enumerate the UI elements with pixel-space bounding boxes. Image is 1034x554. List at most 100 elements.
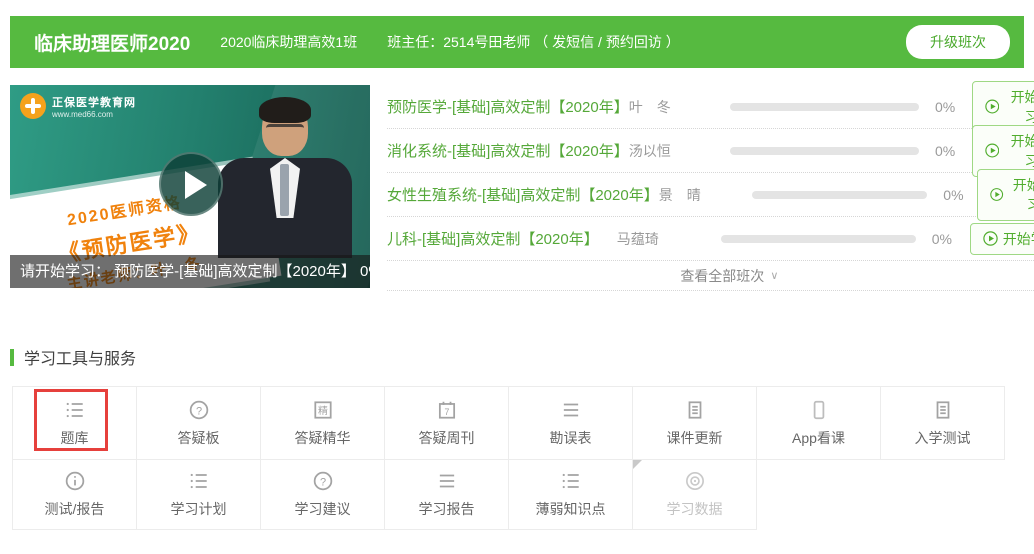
tool-app-study[interactable]: App看课 [757, 387, 881, 460]
tool-question-bank[interactable]: 题库 [13, 387, 137, 460]
progress-percent: 0% [943, 187, 977, 203]
tool-weak-points[interactable]: 薄弱知识点 [509, 460, 633, 530]
class-name: 2020临床助理高效1班 [220, 32, 357, 52]
phone-icon [808, 399, 830, 421]
tool-entrance-test[interactable]: 入学测试 [881, 387, 1005, 460]
progress-bar [721, 235, 916, 243]
upgrade-class-button[interactable]: 升级班次 [906, 25, 1010, 59]
tool-label: 薄弱知识点 [536, 499, 606, 519]
list-icon [64, 399, 86, 421]
paren-open: （ [534, 34, 548, 50]
logo-name: 正保医学教育网 [52, 94, 136, 110]
start-learning-button[interactable]: 开始学习 [970, 223, 1034, 255]
progress-bar [730, 103, 919, 111]
corner-fold-marker [633, 460, 642, 469]
med66-logo-icon [20, 93, 46, 119]
progress-percent: 0% [935, 143, 972, 159]
play-circle-icon [985, 99, 1000, 114]
course-row: 消化系统-[基础]高效定制【2020年】 汤以恒 0% 开始学习 [387, 129, 1034, 173]
video-status-bar: 请开始学习： 预防医学-[基础]高效定制【2020年】 0% [10, 255, 370, 288]
question-circle-icon: ? [188, 399, 210, 421]
tool-label: 学习报告 [419, 499, 475, 519]
lecturer-photo [206, 98, 366, 258]
teacher-name: 汤以恒 [629, 141, 730, 161]
tool-label: 答疑板 [178, 428, 220, 448]
tools-section-header: 学习工具与服务 [10, 345, 1024, 369]
document-icon [684, 399, 706, 421]
tool-courseware-updates[interactable]: 课件更新 [633, 387, 757, 460]
course-title-link[interactable]: 预防医学-[基础]高效定制【2020年】 [387, 96, 629, 117]
svg-text:精: 精 [318, 403, 328, 416]
svg-text:?: ? [319, 476, 325, 488]
tool-qa-digest[interactable]: 精 答疑精华 [261, 387, 385, 460]
play-circle-icon [990, 187, 1003, 202]
course-row: 女性生殖系统-[基础]高效定制【2020年】 景 晴 0% 开始学习 [387, 173, 1034, 217]
tool-test-report[interactable]: 测试/报告 [13, 460, 137, 530]
svg-text:?: ? [195, 405, 201, 417]
tool-label: 题库 [61, 428, 89, 448]
tool-label: App看课 [792, 428, 845, 448]
teacher-name: 叶 冬 [629, 97, 730, 117]
tool-qa-weekly[interactable]: 7 答疑周刊 [385, 387, 509, 460]
play-circle-icon [985, 143, 1000, 158]
progress-percent: 0% [935, 99, 972, 115]
link-divider: / [598, 34, 602, 50]
send-sms-link[interactable]: 发短信 [552, 34, 594, 50]
course-video-thumbnail[interactable]: 正保医学教育网 www.med66.com 2020医师资格 《预防医学》 主讲… [10, 85, 370, 288]
tool-label: 答疑周刊 [419, 428, 475, 448]
course-class-page: 临床助理医师2020 2020临床助理高效1班 班主任：2514号田老师 （ 发… [10, 16, 1024, 530]
tool-label: 勘误表 [550, 428, 592, 448]
progress-bar [730, 147, 919, 155]
course-title-link[interactable]: 儿科-[基础]高效定制【2020年】 [387, 228, 617, 249]
teacher-name: 马蕴琦 [617, 229, 721, 249]
course-row: 儿科-[基础]高效定制【2020年】 马蕴琦 0% 开始学习 [387, 217, 1034, 261]
digest-square-icon: 精 [312, 399, 334, 421]
med66-logo: 正保医学教育网 www.med66.com [20, 93, 136, 119]
course-title-link[interactable]: 女性生殖系统-[基础]高效定制【2020年】 [387, 184, 659, 205]
question-circle-icon: ? [312, 470, 334, 492]
menu-lines-icon [436, 470, 458, 492]
tool-study-data[interactable]: 学习数据 [633, 460, 757, 530]
tool-qa-board[interactable]: ? 答疑板 [137, 387, 261, 460]
menu-lines-icon [560, 399, 582, 421]
manager-label: 班主任：2514号田老师 [387, 34, 530, 50]
class-manager-info: 班主任：2514号田老师 （ 发短信 / 预约回访 ） [387, 32, 680, 52]
play-button[interactable] [159, 152, 223, 216]
tool-label: 学习建议 [295, 499, 351, 519]
tool-label: 课件更新 [667, 428, 723, 448]
calendar-icon: 7 [436, 399, 458, 421]
tool-label: 学习数据 [667, 499, 723, 519]
section-accent-bar [10, 349, 14, 366]
chevron-down-icon: ∨ [770, 269, 778, 282]
tool-label: 答疑精华 [295, 428, 351, 448]
tool-study-plan[interactable]: 学习计划 [137, 460, 261, 530]
tool-label: 测试/报告 [45, 499, 105, 519]
document-icon [932, 399, 954, 421]
progress-percent: 0% [932, 231, 970, 247]
tools-grid: 题库 ? 答疑板 精 答疑精华 7 答疑周刊 [12, 386, 1024, 530]
play-circle-icon [983, 231, 998, 246]
svg-text:7: 7 [444, 406, 449, 416]
tool-label: 学习计划 [171, 499, 227, 519]
start-learning-button[interactable]: 开始学习 [977, 169, 1034, 221]
play-icon [185, 171, 207, 199]
info-circle-icon [64, 470, 86, 492]
course-row: 预防医学-[基础]高效定制【2020年】 叶 冬 0% 开始学习 [387, 85, 1034, 129]
tool-errata[interactable]: 勘误表 [509, 387, 633, 460]
tool-label: 入学测试 [915, 428, 971, 448]
teacher-name: 景 晴 [659, 185, 752, 205]
logo-url: www.med66.com [52, 110, 136, 119]
tool-study-report[interactable]: 学习报告 [385, 460, 509, 530]
section-title: 学习工具与服务 [24, 345, 136, 369]
class-header-bar: 临床助理医师2020 2020临床助理高效1班 班主任：2514号田老师 （ 发… [10, 16, 1024, 68]
list-icon [188, 470, 210, 492]
page-title: 临床助理医师2020 [34, 29, 190, 56]
appointment-callback-link[interactable]: 预约回访 [606, 34, 662, 50]
tool-study-advice[interactable]: ? 学习建议 [261, 460, 385, 530]
target-icon [684, 470, 706, 492]
view-all-classes-link[interactable]: 查看全部班次 ∨ [387, 261, 1034, 291]
paren-close: ） [666, 34, 680, 50]
course-title-link[interactable]: 消化系统-[基础]高效定制【2020年】 [387, 140, 629, 161]
list-icon [560, 470, 582, 492]
course-list: 预防医学-[基础]高效定制【2020年】 叶 冬 0% 开始学习 消化系统-[基… [387, 85, 1034, 291]
